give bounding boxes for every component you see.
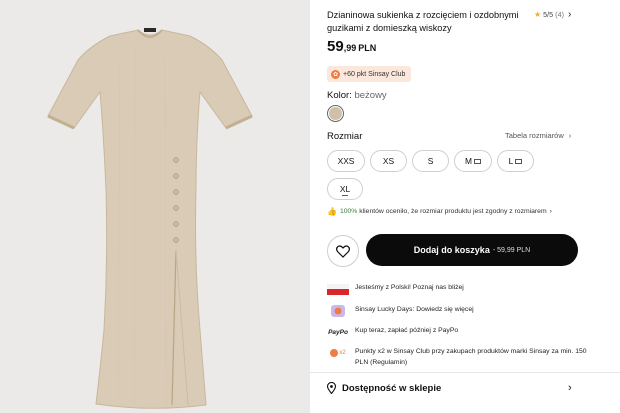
product-rating[interactable]: ★ 5/5 (4) › — [534, 9, 571, 20]
size-table-link[interactable]: Tabela rozmiarów › — [505, 131, 571, 140]
size-satisfaction[interactable]: 👍 100% klientów oceniło, że rozmiar prod… — [327, 207, 552, 216]
color-label-text: Kolor: — [327, 90, 352, 101]
size-option-l[interactable]: L — [497, 150, 534, 172]
size-text: S — [427, 156, 434, 166]
info-text: Sinsay Lucky Days: Dowiedz się więcej — [355, 306, 474, 313]
price-integer: 59 — [327, 38, 344, 55]
color-value: beżowy — [354, 90, 387, 101]
star-icon: ★ — [534, 10, 542, 19]
club-points-badge: ✿ +60 pkt Sinsay Club — [327, 66, 412, 82]
heart-icon — [336, 244, 350, 258]
info-lucky-days[interactable]: Sinsay Lucky Days: Dowiedz się więcej — [327, 304, 597, 318]
points-x2-icon: x2 — [327, 346, 349, 360]
notify-mail-icon — [473, 158, 481, 164]
size-text: M — [465, 156, 472, 166]
product-details-panel: Dzianinowa sukienka z rozcięciem i ozdob… — [310, 0, 620, 413]
product-title: Dzianinowa sukienka z rozcięciem i ozdob… — [327, 10, 519, 33]
poland-flag-icon — [327, 282, 349, 296]
low-stock-indicator — [342, 194, 348, 196]
rating-count: (4) — [555, 10, 564, 19]
size-text: L — [508, 156, 514, 166]
chevron-right-icon: › — [567, 9, 572, 20]
satisfaction-percent: 100% — [339, 208, 358, 215]
price-currency: PLN — [358, 43, 377, 53]
thumbs-up-icon: 👍 — [327, 207, 337, 216]
size-text: XS — [382, 156, 395, 166]
info-text: Jesteśmy z Polski! Poznaj nas bliżej — [355, 284, 464, 291]
paypo-icon: PayPo — [328, 328, 348, 336]
x2-text: x2 — [339, 350, 346, 356]
product-price: 59,99 PLN — [327, 38, 376, 56]
location-pin-icon — [327, 382, 336, 394]
size-text: XXS — [337, 156, 355, 166]
size-option-s[interactable]: S — [412, 150, 449, 172]
swatch-fill — [329, 107, 342, 120]
add-to-cart-label: Dodaj do koszyka — [413, 245, 490, 255]
chevron-right-icon: › — [549, 208, 552, 215]
availability-label: Dostępność w sklepie — [342, 382, 442, 394]
chevron-right-icon[interactable]: › — [568, 382, 572, 394]
size-text: XL — [339, 184, 351, 194]
size-label: Rozmiar — [327, 131, 363, 142]
wishlist-button[interactable] — [327, 235, 359, 267]
divider — [310, 372, 620, 373]
notify-mail-icon — [515, 158, 523, 164]
satisfaction-text: klientów oceniło, że rozmiar produktu je… — [359, 208, 547, 215]
product-image[interactable] — [0, 0, 310, 413]
club-coin-icon: ✿ — [331, 69, 340, 79]
add-to-cart-button[interactable]: Dodaj do koszyka - 59,99 PLN — [366, 234, 578, 266]
size-table-text: Tabela rozmiarów — [505, 131, 564, 140]
price-decimal: ,99 — [343, 43, 357, 53]
club-points-text: +60 pkt Sinsay Club — [343, 70, 406, 78]
info-paypo[interactable]: PayPo Kup teraz, zapłać później z PayPo — [327, 325, 597, 339]
lucky-days-icon — [327, 304, 349, 318]
info-text: Punkty x2 w Sinsay Club przy zakupach pr… — [355, 348, 587, 366]
rating-value: 5/5 — [543, 10, 554, 19]
color-label: Kolor: beżowy — [327, 90, 387, 101]
store-availability[interactable]: Dostępność w sklepie — [327, 382, 441, 394]
size-option-m[interactable]: M — [454, 150, 492, 172]
info-poland[interactable]: Jesteśmy z Polski! Poznaj nas bliżej — [327, 282, 597, 296]
size-option-xl[interactable]: XL — [327, 178, 363, 200]
dress-illustration — [47, 28, 253, 409]
color-swatch-beige[interactable] — [327, 105, 344, 122]
size-option-xs[interactable]: XS — [370, 150, 407, 172]
info-text: Kup teraz, zapłać później z PayPo — [355, 327, 459, 334]
add-to-cart-price: - 59,99 PLN — [492, 246, 531, 254]
size-option-xxs[interactable]: XXS — [327, 150, 365, 172]
chevron-right-icon: › — [568, 131, 572, 140]
info-points-x2[interactable]: x2 Punkty x2 w Sinsay Club przy zakupach… — [327, 346, 597, 368]
